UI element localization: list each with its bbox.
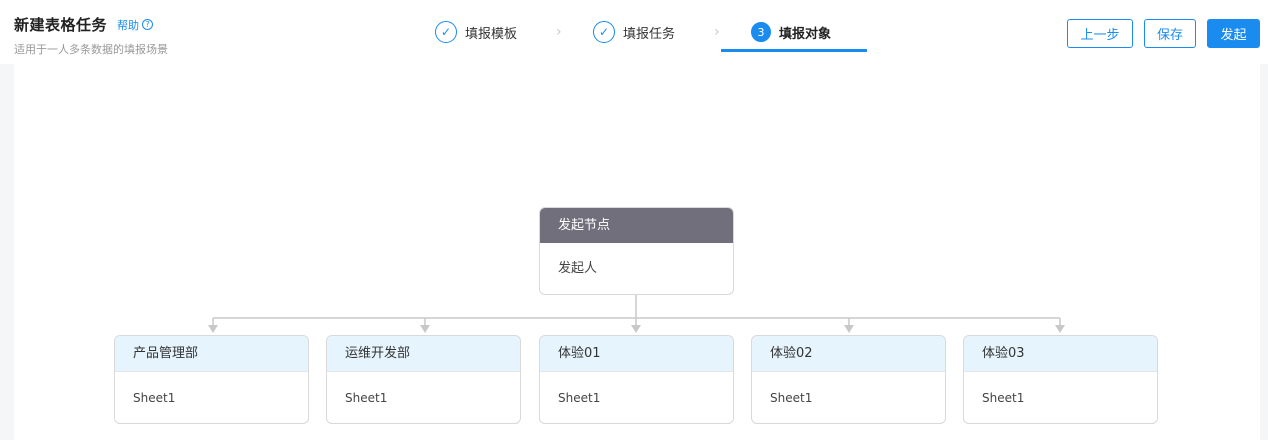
target-node-experience-01[interactable]: 体验01 Sheet1: [539, 335, 734, 424]
target-node-ops-dev-dept[interactable]: 运维开发部 Sheet1: [326, 335, 521, 424]
check-icon: ✓: [593, 21, 615, 43]
root-node-title: 发起节点: [540, 208, 733, 243]
page-header: 新建表格任务 帮助 ? 适用于一人多条数据的填报场景 ✓ 填报模板 › ✓ 填报…: [0, 0, 1268, 64]
target-node-sheet: Sheet1: [133, 391, 176, 405]
step-label: 填报对象: [779, 26, 832, 42]
arrow-down-icon: [844, 325, 854, 333]
previous-step-button[interactable]: 上一步: [1067, 19, 1133, 48]
arrow-down-icon: [420, 325, 430, 333]
target-node-sheet: Sheet1: [345, 391, 388, 405]
step-fill-task[interactable]: ✓ 填报任务: [593, 20, 675, 44]
step-fill-template[interactable]: ✓ 填报模板: [435, 20, 517, 44]
target-node-sheet: Sheet1: [770, 391, 813, 405]
target-node-title: 体验03: [964, 336, 1157, 372]
submit-button[interactable]: 发起: [1207, 19, 1260, 48]
target-node-title: 运维开发部: [327, 336, 520, 372]
step-label: 填报模板: [465, 26, 518, 42]
root-node[interactable]: 发起节点 发起人: [539, 207, 734, 295]
target-node-experience-03[interactable]: 体验03 Sheet1: [963, 335, 1158, 424]
active-step-underline: [721, 49, 867, 52]
step-label: 填报任务: [623, 26, 676, 42]
chevron-right-icon: ›: [714, 24, 720, 40]
step-fill-target[interactable]: 3 填报对象: [751, 20, 831, 44]
target-node-experience-02[interactable]: 体验02 Sheet1: [751, 335, 946, 424]
arrow-down-icon: [631, 325, 641, 333]
arrow-down-icon: [208, 325, 218, 333]
target-node-title: 体验01: [540, 336, 733, 372]
target-node-title: 体验02: [752, 336, 945, 372]
target-node-title: 产品管理部: [115, 336, 308, 372]
target-node-sheet: Sheet1: [558, 391, 601, 405]
chevron-right-icon: ›: [556, 24, 562, 40]
target-node-product-dept[interactable]: 产品管理部 Sheet1: [114, 335, 309, 424]
arrow-down-icon: [1055, 325, 1065, 333]
target-node-sheet: Sheet1: [982, 391, 1025, 405]
save-button[interactable]: 保存: [1144, 19, 1196, 48]
step-number-badge: 3: [751, 22, 771, 42]
check-icon: ✓: [435, 21, 457, 43]
root-node-body: 发起人: [558, 261, 598, 276]
